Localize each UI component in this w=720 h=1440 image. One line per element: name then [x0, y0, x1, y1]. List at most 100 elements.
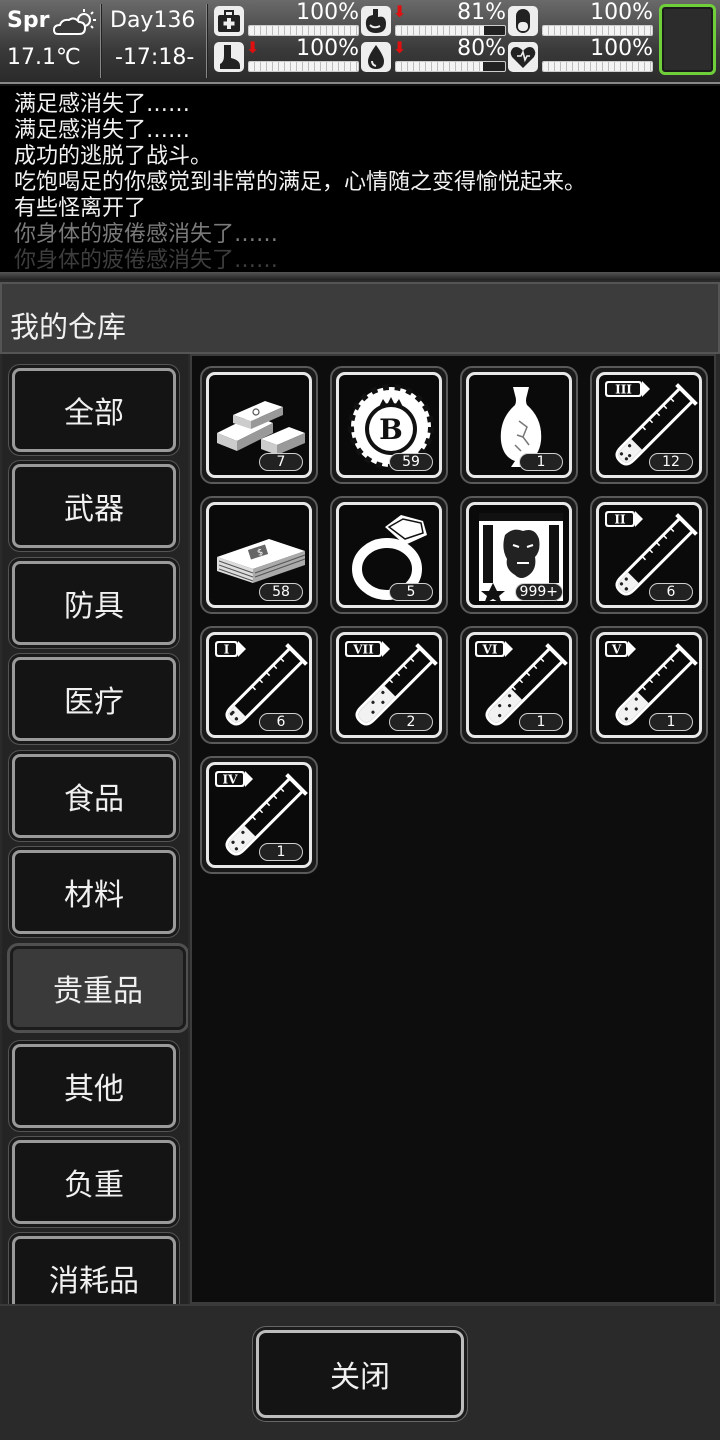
- stat-bar: [542, 25, 653, 36]
- divider: [100, 4, 102, 78]
- log-line: 有些怪离开了: [14, 196, 147, 221]
- water-drop-icon: [361, 42, 391, 72]
- category-food-button[interactable]: 食品: [12, 754, 176, 838]
- stat-bar: [248, 61, 359, 72]
- svg-text:IV: IV: [223, 773, 239, 787]
- category-valuables-button[interactable]: 贵重品: [10, 946, 186, 1030]
- log-line: 你身体的疲倦感消失了……: [14, 248, 279, 273]
- item-slot[interactable]: 7: [200, 366, 318, 484]
- panel-title: 我的仓库: [10, 310, 127, 344]
- test-tube-I-icon: I 6: [206, 632, 312, 738]
- test-tube-III-icon: III 12: [596, 372, 702, 478]
- log-line: 成功的逃脱了战斗。: [14, 144, 213, 169]
- test-tube-IV-icon: IV 1: [206, 762, 312, 868]
- svg-text:II: II: [614, 513, 626, 527]
- stomach-icon: [361, 6, 391, 36]
- item-grid: 7 B 59 1 III 12 $ 58 5 999+ II 6 I 6 VII…: [190, 354, 716, 1304]
- mood-stat[interactable]: 100%: [508, 36, 653, 74]
- item-count: 6: [649, 583, 693, 601]
- decrease-arrow-icon: ⬇: [246, 38, 260, 57]
- season-label: Spr: [7, 8, 50, 33]
- item-slot[interactable]: $ 58: [200, 496, 318, 614]
- immunity-stat[interactable]: 100%: [508, 0, 653, 38]
- message-log[interactable]: 满足感消失了…… 满足感消失了…… 成功的逃脱了战斗。 吃饱喝足的你感觉到非常的…: [0, 86, 720, 274]
- category-medical-button[interactable]: 医疗: [12, 657, 176, 741]
- svg-text:V: V: [611, 643, 622, 657]
- thirst-stat[interactable]: ⬇ 80%: [361, 36, 506, 74]
- decrease-arrow-icon: ⬇: [393, 38, 407, 57]
- first-aid-kit-icon: [214, 6, 244, 36]
- category-materials-button[interactable]: 材料: [12, 850, 176, 934]
- stat-bar: [395, 25, 506, 36]
- heart-icon: [508, 42, 538, 72]
- equipment-slot[interactable]: [659, 4, 716, 75]
- item-slot[interactable]: VII 2: [330, 626, 448, 744]
- stat-percent: 100%: [590, 36, 653, 61]
- svg-text:B: B: [379, 413, 403, 446]
- hunger-stat[interactable]: ⬇ 81%: [361, 0, 506, 38]
- stat-bar: [248, 25, 359, 36]
- item-count: 1: [649, 713, 693, 731]
- item-slot[interactable]: I 6: [200, 626, 318, 744]
- item-count: 12: [649, 453, 693, 471]
- warehouse-panel: 我的仓库 全部 武器 防具 医疗 食品 材料 贵重品 其他 负重 消耗品 7 B…: [0, 280, 720, 1440]
- stamina-stat[interactable]: ⬇ 100%: [214, 36, 359, 74]
- decrease-arrow-icon: ⬇: [393, 2, 407, 21]
- stat-bar: [395, 61, 506, 72]
- test-tube-VI-icon: VI 1: [466, 632, 572, 738]
- test-tube-II-icon: II 6: [596, 502, 702, 608]
- log-line: 你身体的疲倦感消失了……: [14, 222, 279, 247]
- close-button[interactable]: 关闭: [256, 1330, 464, 1418]
- svg-text:I: I: [224, 643, 230, 657]
- item-count: 6: [259, 713, 303, 731]
- stat-percent: 100%: [296, 36, 359, 61]
- item-slot[interactable]: VI 1: [460, 626, 578, 744]
- stat-percent: 100%: [296, 0, 359, 25]
- item-slot[interactable]: 999+: [460, 496, 578, 614]
- item-slot[interactable]: IV 1: [200, 756, 318, 874]
- day-counter: Day136: [110, 8, 196, 33]
- capsule-icon: [508, 6, 538, 36]
- item-slot[interactable]: V 1: [590, 626, 708, 744]
- partly-cloudy-sun-icon: [52, 9, 96, 35]
- category-all-button[interactable]: 全部: [12, 368, 176, 452]
- divider: [206, 4, 208, 78]
- category-consumables-button[interactable]: 消耗品: [12, 1236, 176, 1304]
- category-carry-button[interactable]: 负重: [12, 1140, 176, 1224]
- item-slot[interactable]: 5: [330, 496, 448, 614]
- category-other-button[interactable]: 其他: [12, 1044, 176, 1128]
- stat-percent: 80%: [457, 36, 506, 61]
- item-slot[interactable]: II 6: [590, 496, 708, 614]
- clock-label: -17:18-: [115, 45, 195, 70]
- stat-bar: [542, 61, 653, 72]
- panel-header: 我的仓库: [0, 282, 720, 354]
- category-list[interactable]: 全部 武器 防具 医疗 食品 材料 贵重品 其他 负重 消耗品: [2, 354, 188, 1304]
- item-count: 2: [389, 713, 433, 731]
- item-slot[interactable]: III 12: [590, 366, 708, 484]
- log-line: 满足感消失了……: [14, 92, 191, 117]
- foot-icon: [214, 42, 244, 72]
- item-slot[interactable]: 1: [460, 366, 578, 484]
- item-count: 7: [259, 453, 303, 471]
- item-count: 1: [519, 453, 563, 471]
- item-slot[interactable]: B 59: [330, 366, 448, 484]
- item-count: 1: [519, 713, 563, 731]
- category-weapons-button[interactable]: 武器: [12, 464, 176, 548]
- item-count: 5: [389, 583, 433, 601]
- test-tube-VII-icon: VII 2: [336, 632, 442, 738]
- category-armor-button[interactable]: 防具: [12, 561, 176, 645]
- stat-percent: 81%: [457, 0, 506, 25]
- svg-text:VII: VII: [352, 643, 374, 657]
- log-line: 吃饱喝足的你感觉到非常的满足，心情随之变得愉悦起来。: [14, 170, 587, 195]
- temperature-label: 17.1℃: [7, 45, 81, 70]
- status-bar: Spr 17.1℃ Day136 -17:18- 100% ⬇ 81% 100%: [0, 0, 720, 84]
- item-count: 1: [259, 843, 303, 861]
- svg-text:III: III: [615, 383, 632, 397]
- stat-percent: 100%: [590, 0, 653, 25]
- health-stat[interactable]: 100%: [214, 0, 359, 38]
- panel-footer: 关闭: [0, 1304, 720, 1440]
- svg-text:VI: VI: [482, 643, 498, 657]
- item-count: 58: [259, 583, 303, 601]
- test-tube-V-icon: V 1: [596, 632, 702, 738]
- log-line: 满足感消失了……: [14, 118, 191, 143]
